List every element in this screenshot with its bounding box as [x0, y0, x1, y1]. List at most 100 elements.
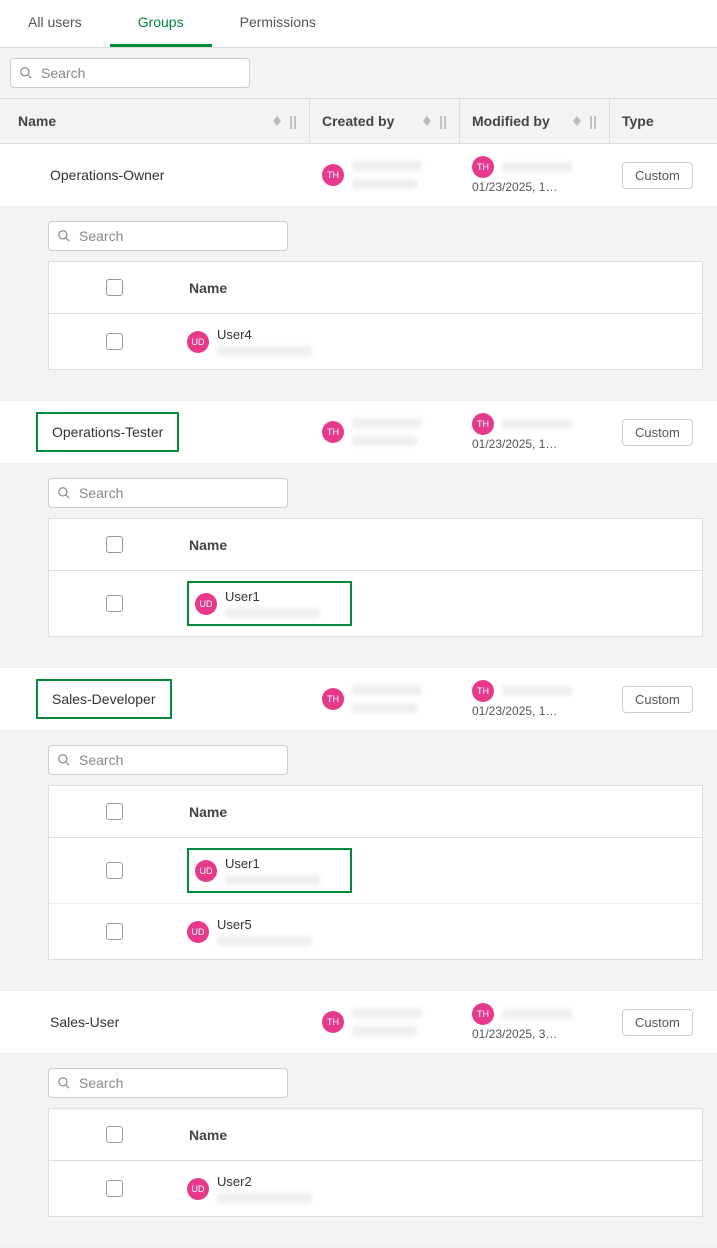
- search-box[interactable]: [10, 58, 250, 88]
- member-row[interactable]: UDUser5: [49, 904, 702, 959]
- sort-icon[interactable]: [423, 116, 431, 126]
- search-icon: [57, 753, 71, 767]
- members-column-name[interactable]: Name: [179, 1113, 702, 1157]
- column-header-type[interactable]: Type: [610, 99, 717, 143]
- redacted-text: [502, 419, 572, 429]
- tab-groups[interactable]: Groups: [110, 0, 212, 47]
- member-checkbox-cell: [49, 314, 179, 369]
- sub-search-input[interactable]: [77, 484, 279, 502]
- group-row[interactable]: Sales-UserTHTH01/23/2025, 3…Custom: [0, 991, 717, 1054]
- avatar: UD: [187, 331, 209, 353]
- members-column-name[interactable]: Name: [179, 790, 702, 834]
- group-row[interactable]: Operations-OwnerTHTH01/23/2025, 1…Custom: [0, 144, 717, 207]
- member-row[interactable]: UD User1: [49, 571, 702, 636]
- column-resizer[interactable]: ||: [285, 113, 297, 129]
- group-name-cell: Operations-Owner: [0, 144, 310, 206]
- column-header-created-by[interactable]: Created by ||: [310, 99, 460, 143]
- member-row[interactable]: UDUser4: [49, 314, 702, 369]
- avatar: TH: [472, 413, 494, 435]
- select-all-checkbox[interactable]: [106, 1126, 123, 1143]
- column-header-label: Type: [622, 113, 654, 129]
- avatar: UD: [195, 860, 217, 882]
- search-input[interactable]: [39, 64, 241, 82]
- member-name: User5: [217, 917, 312, 932]
- avatar: TH: [472, 680, 494, 702]
- created-by-cell: TH: [310, 991, 460, 1053]
- members-header-row: Name: [49, 786, 702, 838]
- modified-by-cell: TH 01/23/2025, 1…: [460, 668, 610, 730]
- member-checkbox[interactable]: [106, 1180, 123, 1197]
- tabs-bar: All users Groups Permissions: [0, 0, 717, 48]
- member-name-cell: UDUser4: [179, 317, 702, 366]
- sort-icon[interactable]: [273, 116, 281, 126]
- redacted-text: [217, 1193, 312, 1203]
- group-name-cell: Operations-Tester: [0, 401, 310, 463]
- member-name: User2: [217, 1174, 312, 1189]
- group-name-cell: Sales-User: [0, 991, 310, 1053]
- sub-search-box[interactable]: [48, 221, 288, 251]
- member-row[interactable]: UDUser1: [49, 838, 702, 904]
- created-by-cell: TH: [310, 401, 460, 463]
- redacted-text: [502, 686, 572, 696]
- modified-date: 01/23/2025, 1…: [472, 180, 557, 194]
- column-header-modified-by[interactable]: Modified by ||: [460, 99, 610, 143]
- member-checkbox[interactable]: [106, 333, 123, 350]
- column-header-label: Name: [18, 113, 56, 129]
- avatar: UD: [195, 593, 217, 615]
- modified-date: 01/23/2025, 1…: [472, 704, 557, 718]
- member-row[interactable]: UDUser2: [49, 1161, 702, 1216]
- select-all-checkbox[interactable]: [106, 803, 123, 820]
- members-column-name[interactable]: Name: [179, 523, 702, 567]
- redacted-text: [352, 161, 422, 171]
- created-by-cell: TH: [310, 668, 460, 730]
- redacted-text: [352, 1008, 422, 1018]
- modified-date: 01/23/2025, 1…: [472, 437, 557, 451]
- sub-search-area: [48, 745, 703, 775]
- sub-search-area: [48, 221, 703, 251]
- group-row[interactable]: Operations-TesterTHTH01/23/2025, 1…Custo…: [0, 401, 717, 464]
- sub-search-box[interactable]: [48, 1068, 288, 1098]
- highlight-box: Sales-Developer: [36, 679, 172, 719]
- redacted-text: [217, 936, 312, 946]
- redacted-text: [502, 1009, 572, 1019]
- type-badge: Custom: [622, 162, 693, 189]
- tab-permissions[interactable]: Permissions: [212, 0, 344, 47]
- sort-icon[interactable]: [573, 116, 581, 126]
- column-resizer[interactable]: ||: [435, 113, 447, 129]
- sub-search-box[interactable]: [48, 745, 288, 775]
- member-checkbox-cell: [49, 576, 179, 631]
- group-name-label: Operations-Owner: [50, 167, 164, 183]
- select-all-checkbox[interactable]: [106, 279, 123, 296]
- members-table: Name UDUser4: [48, 261, 703, 370]
- redacted-text: [352, 179, 417, 189]
- group-members-panel: NameUDUser2: [0, 1054, 717, 1248]
- member-checkbox[interactable]: [106, 595, 123, 612]
- sub-search-input[interactable]: [77, 751, 279, 769]
- member-checkbox[interactable]: [106, 923, 123, 940]
- sub-search-input[interactable]: [77, 227, 279, 245]
- tab-all-users[interactable]: All users: [0, 0, 110, 47]
- member-checkbox[interactable]: [106, 862, 123, 879]
- groups-list: Operations-Owner TH TH 01/23/2025, 1… Custom…: [0, 144, 717, 1248]
- search-icon: [57, 1076, 71, 1090]
- group-row[interactable]: Sales-DeveloperTHTH01/23/2025, 1…Custom: [0, 668, 717, 731]
- sub-search-input[interactable]: [77, 1074, 279, 1092]
- select-all-cell: [49, 786, 179, 837]
- member-name: User1: [225, 589, 320, 604]
- column-header-name[interactable]: Name ||: [0, 99, 310, 143]
- top-search-area: [0, 48, 717, 99]
- group-members-panel: Name UDUser4: [0, 207, 717, 401]
- sub-search-area: [48, 478, 703, 508]
- column-resizer[interactable]: ||: [585, 113, 597, 129]
- highlight-box: UDUser1: [187, 848, 352, 893]
- type-cell: Custom: [610, 144, 717, 206]
- avatar: TH: [322, 1011, 344, 1033]
- modified-by-cell: TH 01/23/2025, 1…: [460, 401, 610, 463]
- avatar: TH: [322, 688, 344, 710]
- type-cell: Custom: [610, 401, 717, 463]
- members-column-name[interactable]: Name: [179, 266, 702, 310]
- select-all-checkbox[interactable]: [106, 536, 123, 553]
- sub-search-box[interactable]: [48, 478, 288, 508]
- column-header-label: Modified by: [472, 113, 550, 129]
- redacted-text: [352, 1026, 417, 1036]
